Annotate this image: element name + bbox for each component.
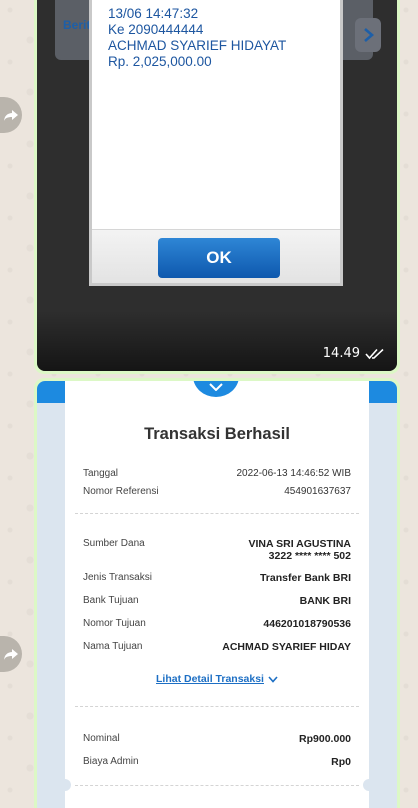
source-account: 3222 **** **** 502 (268, 550, 351, 562)
dialog-footer: OK (92, 229, 340, 283)
banner-text: Berit (63, 18, 91, 32)
row-label: Bank Tujuan (83, 595, 139, 606)
source-name: VINA SRI AGUSTINA (248, 538, 351, 550)
row-label: Nominal (83, 733, 120, 744)
success-badge (193, 381, 239, 397)
row-label: Nomor Referensi (83, 486, 159, 497)
receipt-row-type: Jenis Transaksi Transfer Bank BRI (83, 572, 351, 584)
receipt-row-bank: Bank Tujuan BANK BRI (83, 595, 351, 607)
chevron-down-icon (268, 676, 278, 683)
row-value: ACHMAD SYARIEF HIDAY (222, 641, 351, 653)
divider (75, 785, 359, 786)
image-shade (37, 311, 397, 371)
message-time: 14.49 (322, 346, 360, 361)
message-image[interactable]: Berit 13/06 14:47:32 Ke 2090444444 ACHMA… (37, 0, 397, 371)
receipt-row-recipient: Nama Tujuan ACHMAD SYARIEF HIDAY (83, 641, 351, 653)
chevron-down-icon (209, 383, 223, 391)
receipt-row-nominal: Nominal Rp900.000 (83, 733, 351, 745)
header-band (37, 381, 65, 403)
image-message[interactable]: Transaksi Berhasil Tanggal 2022-06-13 14… (34, 378, 400, 808)
dialog-recipient: ACHMAD SYARIEF HIDAYAT (108, 38, 287, 53)
double-check-icon (365, 348, 384, 359)
dialog-destination: Ke 2090444444 (108, 22, 204, 37)
dialog-text: 13/06 14:47:32 Ke 2090444444 ACHMAD SYAR… (108, 6, 286, 70)
receipt-row-source: Sumber Dana VINA SRI AGUSTINA 3222 **** … (83, 538, 351, 562)
receipt-row-account: Nomor Tujuan 446201018790536 (83, 618, 351, 630)
row-label: Sumber Dana (83, 538, 145, 549)
receipt-title: Transaksi Berhasil (144, 425, 290, 443)
row-value: 446201018790536 (263, 618, 351, 630)
dialog-amount: Rp. 2,025,000.00 (108, 54, 212, 69)
divider (75, 513, 359, 514)
row-label: Biaya Admin (83, 756, 139, 767)
row-label: Nama Tujuan (83, 641, 143, 652)
confirmation-dialog: 13/06 14:47:32 Ke 2090444444 ACHMAD SYAR… (89, 0, 343, 286)
row-label: Tanggal (83, 468, 119, 479)
row-label: Nomor Tujuan (83, 618, 146, 629)
message-meta: 14.49 (323, 346, 385, 361)
receipt-row-admin-fee: Biaya Admin Rp0 (83, 756, 351, 768)
image-message[interactable]: Berit 13/06 14:47:32 Ke 2090444444 ACHMA… (34, 0, 400, 374)
divider (75, 706, 359, 707)
receipt-card: Transaksi Berhasil Tanggal 2022-06-13 14… (59, 381, 375, 808)
receipt-row-date: Tanggal 2022-06-13 14:46:52 WIB (83, 468, 351, 479)
row-value: Rp900.000 (299, 733, 351, 745)
detail-link: Lihat Detail Transaksi (65, 673, 369, 685)
forward-arrow-icon (4, 110, 18, 121)
receipt-row-reference: Nomor Referensi 454901637637 (83, 486, 351, 497)
row-value: 454901637637 (284, 486, 351, 497)
detail-link-label: Lihat Detail Transaksi (156, 673, 264, 685)
chevron-right-icon (355, 18, 381, 52)
row-value: BANK BRI (299, 595, 351, 607)
row-value: VINA SRI AGUSTINA 3222 **** **** 502 (249, 538, 351, 562)
row-value: 2022-06-13 14:46:52 WIB (236, 468, 351, 479)
dialog-datetime: 13/06 14:47:32 (108, 6, 199, 21)
forward-arrow-icon (4, 649, 18, 660)
receipt-notch (363, 779, 375, 791)
row-value: Rp0 (331, 756, 351, 768)
receipt-notch (59, 779, 71, 791)
ok-button: OK (158, 238, 280, 278)
header-band (369, 381, 397, 403)
row-value: Transfer Bank BRI (259, 572, 351, 584)
message-image[interactable]: Transaksi Berhasil Tanggal 2022-06-13 14… (37, 381, 397, 808)
row-label: Jenis Transaksi (83, 572, 152, 583)
